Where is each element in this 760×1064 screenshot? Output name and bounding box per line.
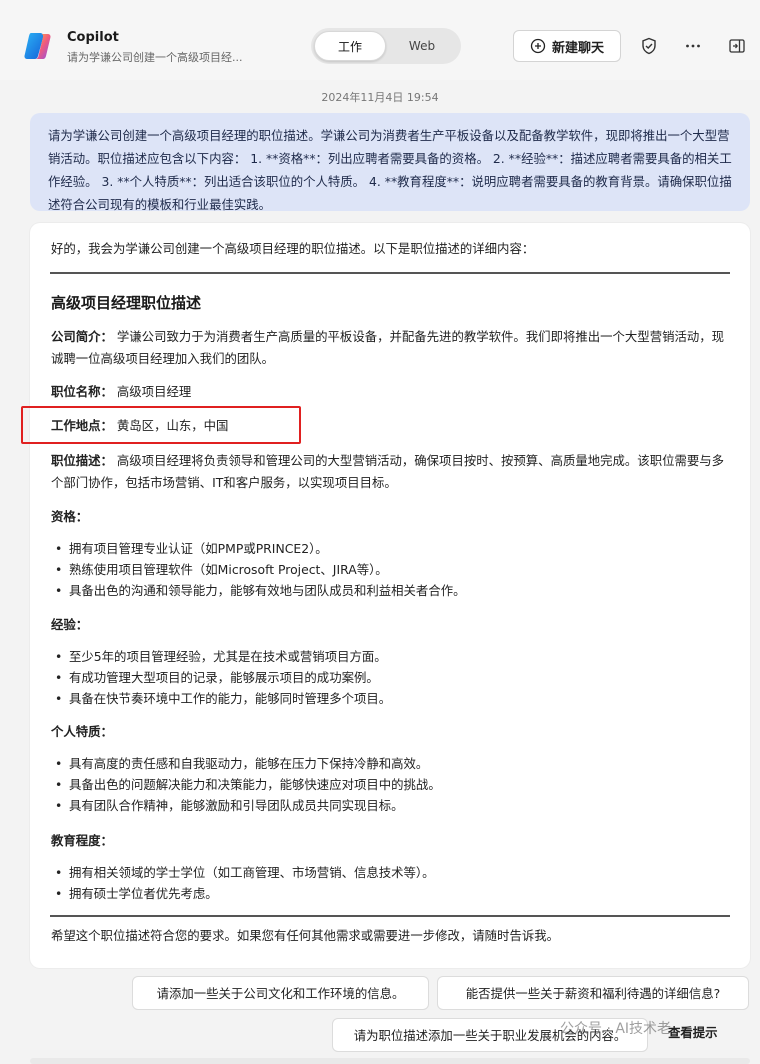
position-label: 职位名称： xyxy=(51,384,113,399)
suggestion-chip[interactable]: 能否提供一些关于薪资和福利待遇的详细信息? xyxy=(437,976,749,1010)
header: Copilot 请为学谦公司创建一个高级项目经... 工作 Web 新建聊天 xyxy=(0,0,760,80)
section-heading: 个人特质： xyxy=(51,724,113,739)
new-chat-button[interactable]: 新建聊天 xyxy=(513,30,621,62)
input-bar[interactable] xyxy=(30,1058,750,1064)
list-item: 至少5年的项目管理经验，尤其是在技术或营销项目方面。 xyxy=(51,646,391,667)
app-title: Copilot xyxy=(67,30,119,45)
position-name: 职位名称： 高级项目经理 xyxy=(51,381,191,403)
position-text: 高级项目经理 xyxy=(116,384,192,399)
conversation-subtitle: 请为学谦公司创建一个高级项目经... xyxy=(67,51,243,64)
list-item: 拥有相关领域的学士学位（如工商管理、市场营销、信息技术等）。 xyxy=(51,862,435,883)
qualifications-list: 拥有项目管理专业认证（如PMP或PRINCE2）。 熟练使用项目管理软件（如Mi… xyxy=(51,538,466,601)
section-heading: 资格： xyxy=(51,509,89,524)
list-item: 具备在快节奏环境中工作的能力，能够同时管理多个项目。 xyxy=(51,688,391,709)
view-prompts-label: 查看提示 xyxy=(668,1025,718,1040)
mode-work-button[interactable]: 工作 xyxy=(314,31,386,61)
shield-icon[interactable] xyxy=(639,36,659,56)
list-item: 具备出色的沟通和领导能力，能够有效地与团队成员和利益相关者合作。 xyxy=(51,580,466,601)
view-prompts-button[interactable]: 查看提示 xyxy=(668,1023,718,1041)
job-title-heading: 高级项目经理职位描述 xyxy=(51,294,202,312)
copilot-logo-icon xyxy=(24,33,51,59)
divider xyxy=(50,915,730,917)
company-label: 公司简介： xyxy=(51,329,113,344)
more-icon[interactable] xyxy=(683,36,703,56)
response-intro: 好的，我会为学谦公司创建一个高级项目经理的职位描述。以下是职位描述的详细内容： xyxy=(51,241,535,256)
list-item: 具有高度的责任感和自我驱动力，能够在压力下保持冷静和高效。 xyxy=(51,753,441,774)
new-chat-label: 新建聊天 xyxy=(551,40,604,56)
job-description: 职位描述： 高级项目经理将负责领导和管理公司的大型营销活动，确保项目按时、按预算… xyxy=(51,450,731,494)
section-heading: 教育程度： xyxy=(51,833,113,848)
new-chat-icon xyxy=(530,38,546,54)
experience-list: 至少5年的项目管理经验，尤其是在技术或营销项目方面。 有成功管理大型项目的记录，… xyxy=(51,646,391,709)
desc-label: 职位描述： xyxy=(51,453,113,468)
section-heading: 经验： xyxy=(51,617,89,632)
desc-text: 高级项目经理将负责领导和管理公司的大型营销活动，确保项目按时、按预算、高质量地完… xyxy=(51,453,725,490)
watermark: 公众号 · AI技术老 xyxy=(560,1018,671,1038)
list-item: 具备出色的问题解决能力和决策能力，能够快速应对项目中的挑战。 xyxy=(51,774,441,795)
highlight-box xyxy=(21,406,301,444)
company-text: 学谦公司致力于为消费者生产高质量的平板设备，并配备先进的教学软件。我们即将推出一… xyxy=(51,329,725,366)
sidebar-icon[interactable] xyxy=(727,36,747,56)
list-item: 拥有项目管理专业认证（如PMP或PRINCE2）。 xyxy=(51,538,466,559)
traits-list: 具有高度的责任感和自我驱动力，能够在压力下保持冷静和高效。 具备出色的问题解决能… xyxy=(51,753,441,816)
divider xyxy=(50,272,730,274)
mode-toggle: 工作 Web xyxy=(311,28,461,64)
education-list: 拥有相关领域的学士学位（如工商管理、市场营销、信息技术等）。 拥有硕士学位者优先… xyxy=(51,862,435,904)
list-item: 有成功管理大型项目的记录，能够展示项目的成功案例。 xyxy=(51,667,391,688)
list-item: 具有团队合作精神，能够激励和引导团队成员共同实现目标。 xyxy=(51,795,441,816)
mode-web-button[interactable]: Web xyxy=(386,31,458,61)
suggestion-chip[interactable]: 请添加一些关于公司文化和工作环境的信息。 xyxy=(132,976,429,1010)
watermark-text: 公众号 · AI技术老 xyxy=(560,1021,672,1037)
list-item: 熟练使用项目管理软件（如Microsoft Project、JIRA等）。 xyxy=(51,559,466,580)
company-intro: 公司简介： 学谦公司致力于为消费者生产高质量的平板设备，并配备先进的教学软件。我… xyxy=(51,326,731,370)
assistant-response-card: 好的，我会为学谦公司创建一个高级项目经理的职位描述。以下是职位描述的详细内容： … xyxy=(30,223,750,968)
list-item: 拥有硕士学位者优先考虑。 xyxy=(51,883,435,904)
message-timestamp: 2024年11月4日 19:54 xyxy=(321,91,439,104)
user-message: 请为学谦公司创建一个高级项目经理的职位描述。学谦公司为消费者生产平板设备以及配备… xyxy=(30,113,750,211)
response-closing: 希望这个职位描述符合您的要求。如果您有任何其他需求或需要进一步修改，请随时告诉我… xyxy=(51,928,560,943)
